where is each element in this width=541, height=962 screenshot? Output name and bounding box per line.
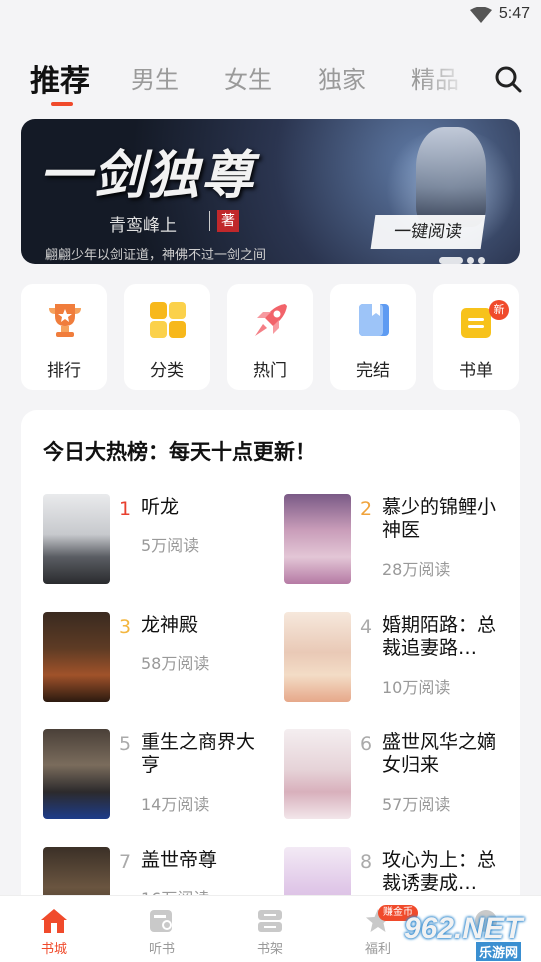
tab-recommend[interactable]: 推荐 [30,56,90,100]
book-reads: 14万阅读 [141,795,210,814]
tab-fade-overlay [420,56,480,102]
site-watermark: 962.NET 乐游网 [404,912,541,962]
grid-icon [150,302,186,338]
book-reads: 58万阅读 [141,654,210,673]
banner-tagline: 翩翩少年以剑证道，神佛不过一剑之间 [45,248,267,263]
rank-number: 6 [360,733,373,755]
status-bar: 5:47 [0,0,541,30]
rank-number: 4 [360,616,373,638]
tab-exclusive[interactable]: 独家 [318,60,366,95]
nav-bookshelf[interactable]: 书架 [216,896,324,962]
book-title: 盛世风华之嫡女归来 [382,731,497,776]
watermark-main: 962.NET [404,912,523,945]
book-title: 听龙 [141,496,180,518]
search-icon[interactable] [493,64,523,94]
hot-ranking-card: 今日大热榜：每天十点更新！ 1 听龙 5万阅读 2 慕少的锦鲤小神医 28万阅读… [21,410,520,930]
category-label: 分类 [150,361,184,381]
book-cover [43,612,110,702]
rank-number: 3 [119,616,132,638]
banner-dot-active [439,257,463,264]
category-shortcuts: 排行 分类 热门 完结 新 书单 [21,284,520,390]
watermark-sub: 乐游网 [476,942,522,961]
wifi-icon [470,7,492,23]
category-booklist[interactable]: 新 书单 [433,284,519,390]
book-item[interactable]: 3 龙神殿 58万阅读 [43,612,273,712]
category-completed[interactable]: 完结 [330,284,416,390]
nav-label: 书城 [40,942,67,957]
rank-number: 8 [360,851,373,873]
hero-banner[interactable]: 一剑独尊 青鸾峰上 著 翩翩少年以剑证道，神佛不过一剑之间 一键阅读 [21,119,520,264]
nav-label: 书架 [256,942,283,957]
read-now-button[interactable]: 一键阅读 [370,215,486,249]
banner-author-separator [209,211,210,231]
rank-number: 7 [119,851,132,873]
book-icon [359,304,389,336]
banner-dot [467,257,474,264]
book-item[interactable]: 6 盛世风华之嫡女归来 57万阅读 [284,729,514,829]
book-item[interactable]: 4 婚期陌路：总裁追妻路… 10万阅读 [284,612,514,712]
tab-male[interactable]: 男生 [131,60,179,95]
rank-number: 1 [119,498,132,520]
category-ranking[interactable]: 排行 [21,284,107,390]
nav-bookstore[interactable]: 书城 [0,896,108,962]
book-reads: 5万阅读 [141,536,200,555]
category-classify[interactable]: 分类 [124,284,210,390]
rank-number: 2 [360,498,373,520]
book-reads: 28万阅读 [382,560,451,579]
book-title: 龙神殿 [141,614,199,636]
headphones-icon [150,910,172,932]
banner-character-image [416,127,486,227]
top-tabs: 推荐 男生 女生 独家 精品 [0,56,541,112]
status-time: 5:47 [498,5,530,22]
banner-dot [478,257,485,264]
book-title: 慕少的锦鲤小神医 [382,496,497,541]
book-title: 婚期陌路：总裁追妻路… [382,614,497,659]
banner-author: 青鸾峰上 [109,216,177,236]
ranking-title: 今日大热榜：每天十点更新！ [43,440,316,464]
book-item[interactable]: 5 重生之商界大亨 14万阅读 [43,729,273,829]
banner-pagination [439,249,489,264]
new-badge: 新 [489,300,509,320]
tab-indicator [51,102,73,106]
rocket-icon [255,304,287,336]
book-item[interactable]: 1 听龙 5万阅读 [43,494,273,594]
book-cover [284,729,351,819]
book-title: 盖世帝尊 [141,849,218,871]
bookshelf-icon [258,910,282,932]
category-label: 热门 [253,361,287,381]
trophy-icon [49,304,81,337]
book-item[interactable]: 2 慕少的锦鲤小神医 28万阅读 [284,494,514,594]
book-title: 重生之商界大亨 [141,731,256,776]
category-label: 排行 [47,361,81,381]
book-cover [284,612,351,702]
category-label: 完结 [356,361,390,381]
nav-label: 听书 [148,942,175,957]
book-reads: 10万阅读 [382,678,451,697]
banner-author-mark: 著 [217,210,239,232]
nav-audiobooks[interactable]: 听书 [108,896,216,962]
home-icon [41,909,67,933]
book-title: 攻心为上：总裁诱妻成… [382,849,497,894]
category-hot[interactable]: 热门 [227,284,313,390]
category-label: 书单 [459,361,493,381]
book-cover [43,494,110,584]
book-cover [284,494,351,584]
book-reads: 57万阅读 [382,795,451,814]
tab-female[interactable]: 女生 [224,60,272,95]
banner-title: 一剑独尊 [39,145,256,206]
book-cover [43,729,110,819]
rank-number: 5 [119,733,132,755]
